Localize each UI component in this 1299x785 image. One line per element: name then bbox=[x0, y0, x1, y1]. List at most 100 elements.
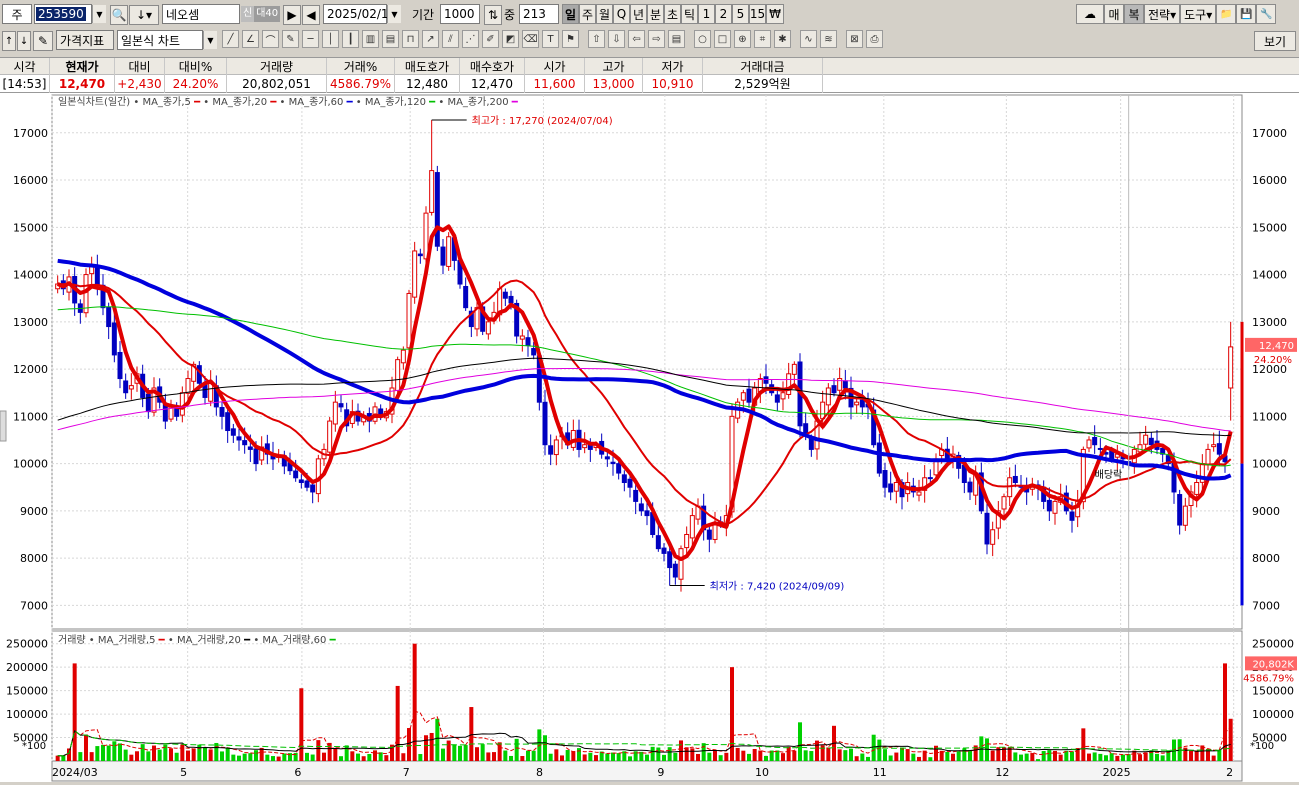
sort-icon[interactable]: ↓▾ bbox=[129, 5, 159, 25]
back-icon[interactable]: ◀ bbox=[302, 5, 320, 25]
line-tool-icon[interactable]: ╱ bbox=[222, 30, 239, 48]
vline-tool-icon[interactable]: │ bbox=[322, 30, 339, 48]
folder-icon[interactable]: 📁 bbox=[1216, 4, 1237, 24]
volume-bar bbox=[860, 753, 865, 761]
pencil-tool-icon[interactable]: ✐ bbox=[482, 30, 499, 48]
settings-icon[interactable]: ✱ bbox=[774, 30, 791, 48]
table-tool-icon[interactable]: ▤ bbox=[382, 30, 399, 48]
stock-name-field[interactable]: 네오셈 bbox=[162, 4, 240, 24]
volume-bar bbox=[333, 748, 338, 761]
circle-icon[interactable]: ○ bbox=[694, 30, 711, 48]
volume-bar bbox=[565, 750, 570, 761]
date-input[interactable]: 2025/02/14 ▼ bbox=[323, 4, 401, 24]
quote-header-5: 거래% bbox=[327, 58, 395, 76]
search-icon[interactable]: 🔍 bbox=[110, 5, 128, 25]
indicator-select[interactable]: 가격지표 bbox=[56, 30, 114, 50]
pen-tool-icon[interactable]: ✎ bbox=[282, 30, 299, 48]
period-tab-3[interactable]: Q bbox=[613, 4, 630, 24]
candle-body bbox=[1086, 439, 1092, 449]
period-tab-12[interactable]: ₩ bbox=[766, 4, 784, 24]
volume-bar bbox=[265, 754, 270, 761]
period-tab-2[interactable]: 월 bbox=[596, 4, 613, 24]
arrow-down-icon[interactable]: ↓ bbox=[17, 31, 31, 51]
fib-tool-icon[interactable]: ⊓ bbox=[402, 30, 419, 48]
gann-tool-icon[interactable]: ⋰ bbox=[462, 30, 479, 48]
right-button-3[interactable]: 도구▾ bbox=[1180, 4, 1217, 24]
play-icon[interactable]: ▶ bbox=[283, 5, 301, 25]
period-tab-0[interactable]: 일 bbox=[562, 4, 579, 24]
print-icon[interactable]: ⎙ bbox=[866, 30, 883, 48]
period-tab-5[interactable]: 분 bbox=[647, 4, 664, 24]
volume-bar bbox=[220, 751, 224, 761]
left-arrow-icon[interactable]: ⇦ bbox=[628, 30, 645, 48]
angle-tool-icon[interactable]: ∠ bbox=[242, 30, 259, 48]
edit-icon[interactable]: ✎ bbox=[33, 31, 53, 51]
candle-body bbox=[242, 440, 248, 446]
eraser-tool-icon[interactable]: ⌫ bbox=[522, 30, 539, 48]
bars-tool-icon[interactable]: ▥ bbox=[362, 30, 379, 48]
period-tab-1[interactable]: 주 bbox=[579, 4, 596, 24]
volume-legend-item: • MA_거래량,60 bbox=[250, 634, 329, 646]
view-button[interactable]: 보기 bbox=[1254, 31, 1296, 51]
chart-area[interactable]: 7000 7000 8000 8000 9000 9000 10000 10000 11000 1… bbox=[0, 93, 1299, 782]
period-tab-4[interactable]: 년 bbox=[630, 4, 647, 24]
price-volume-chart[interactable]: 7000 7000 8000 8000 9000 9000 10000 10000 11000 1… bbox=[0, 93, 1299, 782]
zoom-icon[interactable]: ⊕ bbox=[734, 30, 751, 48]
x-tick-label: 7 bbox=[403, 766, 410, 779]
right-button-2[interactable]: 전략▾ bbox=[1144, 4, 1181, 24]
print-preview-icon[interactable]: ⊠ bbox=[846, 30, 863, 48]
marker-tool-icon[interactable]: ⚑ bbox=[562, 30, 579, 48]
period-tab-10[interactable]: 5 bbox=[732, 4, 749, 24]
wave2-icon[interactable]: ≋ bbox=[820, 30, 837, 48]
volume-bar bbox=[560, 755, 564, 761]
save-icon[interactable]: 💾 bbox=[1236, 4, 1257, 24]
period-tab-6[interactable]: 초 bbox=[664, 4, 681, 24]
candle-body bbox=[786, 373, 792, 395]
code-value: 253590 bbox=[36, 7, 86, 21]
up-arrow-icon[interactable]: ⇧ bbox=[588, 30, 605, 48]
candle-body bbox=[247, 446, 253, 450]
grid-tool-icon[interactable]: ┃ bbox=[342, 30, 359, 48]
right-button-1[interactable]: 복 bbox=[1124, 4, 1144, 24]
channel-tool-icon[interactable]: ⫽ bbox=[442, 30, 459, 48]
wave-icon[interactable]: ∿ bbox=[800, 30, 817, 48]
arrow-up-icon[interactable]: ↑ bbox=[2, 31, 16, 51]
chevron-down-icon[interactable]: ▼ bbox=[92, 5, 106, 23]
text-tool-icon[interactable]: T bbox=[542, 30, 559, 48]
right-button-0[interactable]: 매 bbox=[1104, 4, 1124, 24]
ex-dividend-annotation: 배당락 bbox=[1095, 469, 1123, 481]
wrench-icon[interactable]: 🔧 bbox=[1256, 4, 1277, 24]
chevron-down-icon[interactable]: ▼ bbox=[203, 31, 217, 49]
cloud-icon[interactable]: ☁ bbox=[1076, 4, 1104, 24]
period-tab-8[interactable]: 1 bbox=[698, 4, 715, 24]
price-legend-item: • MA_종가,5 bbox=[133, 96, 194, 108]
volume-bar bbox=[214, 742, 219, 761]
volume-bar bbox=[1155, 753, 1159, 761]
legend-swatch: ━ bbox=[511, 97, 519, 108]
magnet-icon[interactable]: ⌗ bbox=[754, 30, 771, 48]
volume-bar bbox=[990, 750, 995, 761]
period-tab-9[interactable]: 2 bbox=[715, 4, 732, 24]
spin-icon[interactable]: ⇅ bbox=[484, 5, 502, 25]
volume-bar bbox=[322, 752, 326, 761]
period-input[interactable]: 1000 bbox=[440, 4, 480, 24]
candle-body bbox=[610, 461, 616, 465]
trend-tool-icon[interactable]: ↗ bbox=[422, 30, 439, 48]
code-input[interactable]: 253590 ▼ bbox=[34, 4, 106, 24]
volume-bar bbox=[866, 756, 870, 761]
arc-tool-icon[interactable]: ⌒ bbox=[262, 30, 279, 48]
calendar-dropdown-icon[interactable]: ▼ bbox=[387, 5, 401, 23]
down-arrow-icon[interactable]: ⇩ bbox=[608, 30, 625, 48]
hline-tool-icon[interactable]: ─ bbox=[302, 30, 319, 48]
square-icon[interactable]: □ bbox=[714, 30, 731, 48]
chart-type-select[interactable]: 일본식 차트 ▼ bbox=[117, 30, 217, 50]
market-select[interactable]: 주 bbox=[2, 4, 32, 24]
color-tool-icon[interactable]: ◩ bbox=[502, 30, 519, 48]
quote-value-6: 12,480 bbox=[395, 75, 460, 93]
period-tab-7[interactable]: 틱 bbox=[681, 4, 698, 24]
period-tab-11[interactable]: 15 bbox=[749, 4, 766, 24]
right-arrow-icon[interactable]: ⇨ bbox=[648, 30, 665, 48]
candle-body bbox=[706, 529, 712, 540]
count-input[interactable]: 213 bbox=[519, 4, 559, 24]
doc-icon[interactable]: ▤ bbox=[668, 30, 685, 48]
